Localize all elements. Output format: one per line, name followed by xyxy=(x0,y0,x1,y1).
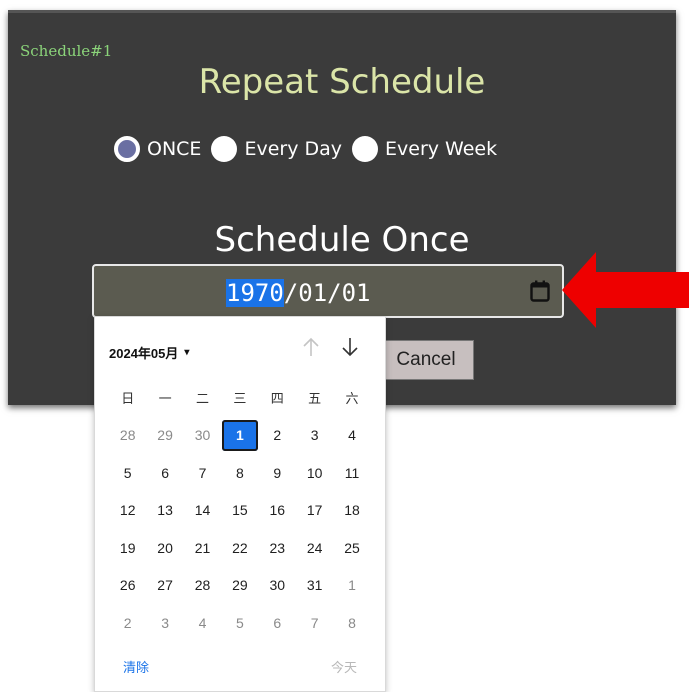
calendar-day[interactable]: 10 xyxy=(296,454,333,492)
weekday-header: 日 xyxy=(121,391,135,407)
weekday-header: 三 xyxy=(233,391,247,407)
repeat-radio-group: ONCE Every Day Every Week xyxy=(114,136,507,162)
calendar-day[interactable]: 31 xyxy=(296,567,333,605)
calendar-day[interactable]: 22 xyxy=(221,529,258,567)
calendar-day[interactable]: 24 xyxy=(296,529,333,567)
calendar-day[interactable]: 27 xyxy=(146,567,183,605)
calendar-day[interactable]: 4 xyxy=(333,417,370,455)
calendar-day[interactable]: 12 xyxy=(109,492,146,530)
screen: Schedule#1 Repeat Schedule ONCE Every Da… xyxy=(0,0,689,692)
month-year-selector[interactable]: 2024年05月 ▾ xyxy=(109,343,189,362)
month-year-label[interactable]: 2024年05月 xyxy=(109,343,178,362)
dialog-title: Repeat Schedule xyxy=(198,62,486,102)
date-picker-popup: 2024年05月 ▾ 日一二三四五六 28 29 30 1 2 3 4 5 6 7 8 9 10 11 12 1… xyxy=(94,316,386,692)
calendar-day[interactable]: 26 xyxy=(109,567,146,605)
calendar-day[interactable]: 4 xyxy=(184,604,221,642)
calendar-day[interactable]: 30 xyxy=(184,417,221,455)
clear-button[interactable]: 清除 xyxy=(123,657,149,676)
today-button[interactable]: 今天 xyxy=(331,657,357,676)
calendar-day[interactable]: 6 xyxy=(259,604,296,642)
calendar-day[interactable]: 5 xyxy=(109,454,146,492)
calendar-day[interactable]: 21 xyxy=(184,529,221,567)
arrow-down-icon[interactable] xyxy=(338,335,362,359)
date-year-segment[interactable]: 1970 xyxy=(226,279,284,307)
calendar-day[interactable]: 29 xyxy=(146,417,183,455)
calendar-day[interactable]: 28 xyxy=(184,567,221,605)
weekday-header: 四 xyxy=(270,391,284,407)
date-value[interactable]: 1970/01/01 xyxy=(226,279,371,307)
calendar-day[interactable]: 25 xyxy=(333,529,370,567)
calendar-day[interactable]: 3 xyxy=(146,604,183,642)
calendar-day[interactable]: 17 xyxy=(296,492,333,530)
calendar-day[interactable]: 7 xyxy=(296,604,333,642)
radio-every-week[interactable] xyxy=(352,136,379,162)
calendar-day[interactable]: 23 xyxy=(259,529,296,567)
calendar-day[interactable]: 30 xyxy=(259,567,296,605)
calendar-day[interactable]: 29 xyxy=(221,567,258,605)
calendar-day[interactable]: 7 xyxy=(184,454,221,492)
arrow-up-icon[interactable] xyxy=(299,335,323,359)
schedule-tag: Schedule#1 xyxy=(20,42,113,60)
calendar-day[interactable]: 6 xyxy=(146,454,183,492)
calendar-day[interactable]: 8 xyxy=(333,604,370,642)
weekday-header: 二 xyxy=(195,391,209,407)
calendar-day[interactable]: 8 xyxy=(221,454,258,492)
calendar-day[interactable]: 18 xyxy=(333,492,370,530)
radio-every-week-label[interactable]: Every Week xyxy=(385,138,497,160)
red-arrow-pointer-icon xyxy=(562,252,689,328)
calendar-day[interactable]: 28 xyxy=(109,417,146,455)
calendar-day[interactable]: 20 xyxy=(146,529,183,567)
calendar-day[interactable]: 19 xyxy=(109,529,146,567)
date-month-day-segment[interactable]: /01/01 xyxy=(284,279,371,307)
radio-every-day[interactable] xyxy=(211,136,238,162)
calendar-day[interactable]: 14 xyxy=(184,492,221,530)
calendar-grid: 日一二三四五六 28 29 30 1 2 3 4 5 6 7 8 9 10 11 12 13 14 15 16 17 18… xyxy=(109,379,371,642)
calendar-day[interactable]: 2 xyxy=(259,417,296,455)
calendar-icon[interactable] xyxy=(530,280,550,302)
calendar-day[interactable]: 9 xyxy=(259,454,296,492)
date-input[interactable]: 1970/01/01 xyxy=(92,264,564,318)
calendar-day[interactable]: 11 xyxy=(333,454,370,492)
calendar-day[interactable]: 3 xyxy=(296,417,333,455)
radio-once-label[interactable]: ONCE xyxy=(147,138,201,160)
weekday-header: 六 xyxy=(345,391,359,407)
calendar-day[interactable]: 2 xyxy=(109,604,146,642)
calendar-day[interactable]: 13 xyxy=(146,492,183,530)
calendar-day[interactable]: 1 xyxy=(222,419,258,451)
calendar-day[interactable]: 5 xyxy=(221,604,258,642)
caret-down-icon[interactable]: ▾ xyxy=(184,347,189,358)
weekday-header: 五 xyxy=(308,391,322,407)
radio-once[interactable] xyxy=(114,136,140,162)
calendar-day[interactable]: 15 xyxy=(221,492,258,530)
weekday-header: 一 xyxy=(158,391,172,407)
radio-every-day-label[interactable]: Every Day xyxy=(244,138,342,160)
calendar-day[interactable]: 16 xyxy=(259,492,296,530)
calendar-day[interactable]: 1 xyxy=(333,567,370,605)
dialog-top-border xyxy=(8,10,676,13)
